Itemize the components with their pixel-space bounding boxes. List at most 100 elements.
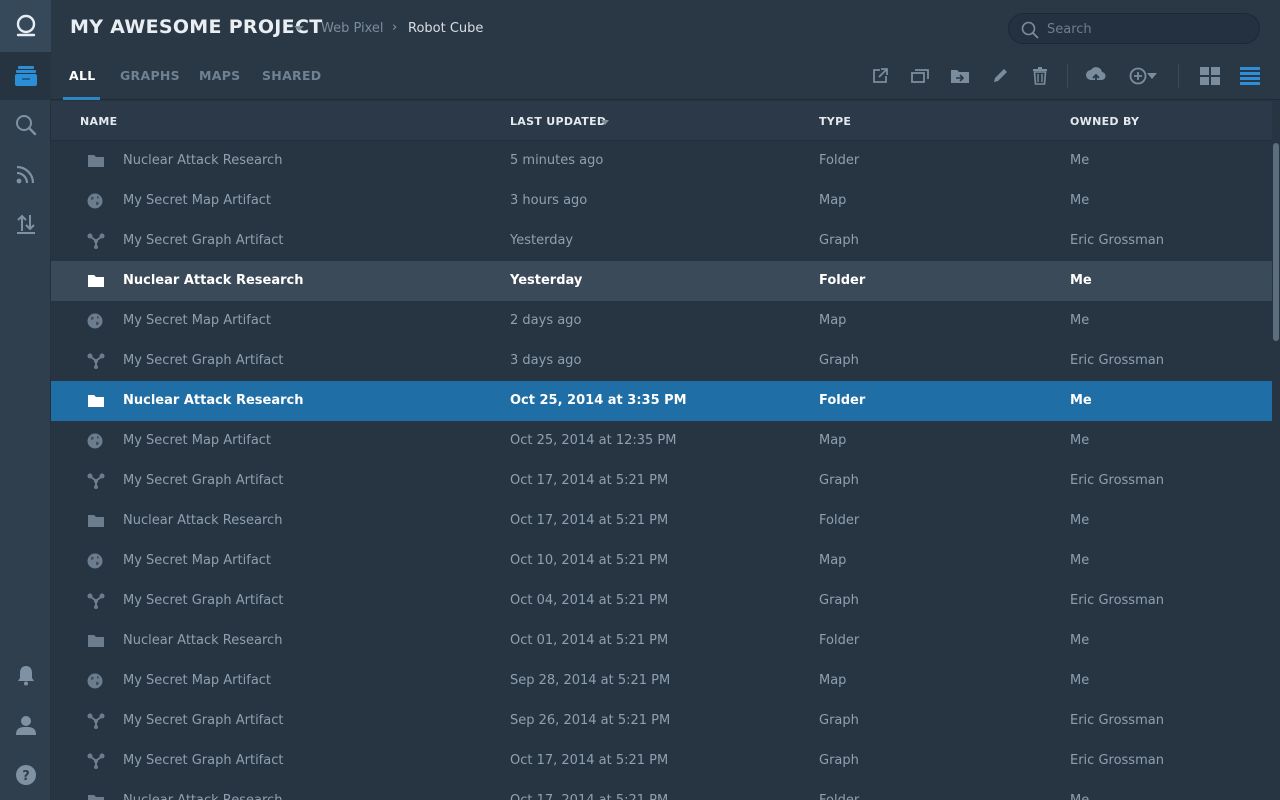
notifications-icon[interactable] [0, 651, 51, 699]
row-last-updated: 2 days ago [510, 313, 582, 328]
table-row[interactable]: Nuclear Attack Research Oct 17, 2014 at 5… [51, 781, 1272, 800]
table-row[interactable]: My Secret Map Artifact Sep 28, 2014 at 5:… [51, 661, 1272, 701]
library-icon[interactable] [0, 52, 51, 100]
row-type: Folder [819, 793, 859, 800]
row-last-updated: Oct 17, 2014 at 5:21 PM [510, 753, 669, 768]
app-logo-icon[interactable] [0, 0, 51, 52]
row-last-updated: Oct 25, 2014 at 3:35 PM [510, 393, 687, 408]
tab-graphs[interactable]: GRAPHS [120, 68, 180, 83]
chevron-down-icon[interactable] [1145, 64, 1159, 88]
row-last-updated: Oct 01, 2014 at 5:21 PM [510, 633, 669, 648]
open-external-icon[interactable] [868, 64, 892, 88]
graph-icon [87, 353, 105, 369]
table-row[interactable]: My Secret Graph Artifact Oct 04, 2014 at … [51, 581, 1272, 621]
row-owner: Eric Grossman [1070, 233, 1164, 248]
row-owner: Me [1070, 793, 1089, 800]
row-type: Graph [819, 713, 859, 728]
table-row[interactable]: My Secret Graph Artifact Yesterday Graph Er… [51, 221, 1272, 261]
table-row[interactable]: Nuclear Attack Research Oct 01, 2014 at 5… [51, 621, 1272, 661]
row-last-updated: Sep 26, 2014 at 5:21 PM [510, 713, 671, 728]
project-title[interactable]: MY AWESOME PROJECT [70, 16, 322, 38]
row-owner: Me [1070, 673, 1090, 688]
row-name: Nuclear Attack Research [123, 273, 304, 288]
row-last-updated: Oct 17, 2014 at 5:21 PM [510, 473, 669, 488]
column-header-name[interactable]: NAME [80, 115, 117, 128]
row-last-updated: 3 hours ago [510, 193, 588, 208]
row-name: Nuclear Attack Research [123, 393, 304, 408]
row-type: Graph [819, 753, 859, 768]
help-icon[interactable]: ? [0, 751, 51, 799]
left-rail: ? [0, 0, 51, 800]
folder-icon [87, 273, 105, 289]
table-row[interactable]: My Secret Map Artifact Oct 10, 2014 at 5:… [51, 541, 1272, 581]
tab-maps[interactable]: MAPS [199, 68, 240, 83]
table-row[interactable]: My Secret Graph Artifact Oct 17, 2014 at … [51, 741, 1272, 781]
row-type: Folder [819, 153, 860, 168]
search-icon[interactable] [0, 101, 51, 149]
row-last-updated: Oct 17, 2014 at 5:21 PM [510, 513, 669, 528]
table-row[interactable]: My Secret Map Artifact 2 days ago Map Me [51, 301, 1272, 341]
row-last-updated: Yesterday [510, 273, 583, 288]
globe-icon [87, 553, 105, 569]
scrollbar[interactable] [1272, 141, 1280, 800]
artifact-table: NAME LAST UPDATED TYPE OWNED BY Nuclear … [51, 101, 1272, 800]
active-tab-indicator [63, 97, 100, 100]
table-row[interactable]: Nuclear Attack Research 5 minutes ago Fold… [51, 141, 1272, 181]
folder-icon [87, 633, 105, 649]
chevron-down-icon[interactable] [294, 26, 304, 31]
row-name: My Secret Map Artifact [123, 313, 272, 328]
search-input[interactable] [1047, 19, 1247, 39]
table-row[interactable]: Nuclear Attack Research Yesterday Folder Me [51, 261, 1272, 301]
table-row[interactable]: My Secret Graph Artifact 3 days ago Graph E… [51, 341, 1272, 381]
row-type: Graph [819, 233, 859, 248]
row-name: My Secret Graph Artifact [123, 233, 284, 248]
table-row[interactable]: My Secret Map Artifact 3 hours ago Map Me [51, 181, 1272, 221]
row-owner: Me [1070, 153, 1090, 168]
row-type: Graph [819, 593, 859, 608]
search-box[interactable] [1008, 13, 1260, 44]
list-view-icon[interactable] [1238, 64, 1262, 88]
table-row[interactable]: Nuclear Attack Research Oct 25, 2014 at 3… [51, 381, 1272, 421]
row-name: My Secret Map Artifact [123, 433, 272, 448]
table-row[interactable]: Nuclear Attack Research Oct 17, 2014 at 5… [51, 501, 1272, 541]
folder-icon [87, 393, 105, 409]
transfer-icon[interactable] [0, 199, 51, 247]
row-owner: Me [1070, 513, 1090, 528]
row-owner: Me [1070, 393, 1092, 408]
row-last-updated: Oct 10, 2014 at 5:21 PM [510, 553, 669, 568]
search-icon [1021, 21, 1039, 39]
table-row[interactable]: My Secret Graph Artifact Oct 17, 2014 at … [51, 461, 1272, 501]
row-owner: Me [1070, 633, 1090, 648]
scrollbar-thumb[interactable] [1273, 143, 1279, 341]
graph-icon [87, 233, 105, 249]
move-to-folder-icon[interactable] [948, 64, 972, 88]
row-name: My Secret Map Artifact [123, 673, 272, 688]
delete-icon[interactable] [1028, 64, 1052, 88]
upload-icon[interactable] [1084, 64, 1108, 88]
table-row[interactable]: My Secret Graph Artifact Sep 26, 2014 at … [51, 701, 1272, 741]
row-name: My Secret Graph Artifact [123, 353, 284, 368]
row-owner: Me [1070, 313, 1090, 328]
feed-icon[interactable] [0, 150, 51, 198]
tab-all[interactable]: ALL [69, 68, 96, 83]
row-type: Map [819, 433, 847, 448]
row-last-updated: 3 days ago [510, 353, 582, 368]
tab-shared[interactable]: SHARED [262, 68, 321, 83]
header: MY AWESOME PROJECT Web Pixel › Robot Cub… [51, 0, 1280, 100]
row-name: Nuclear Attack Research [123, 793, 282, 800]
svg-text:?: ? [22, 769, 30, 784]
sort-descending-icon[interactable] [601, 120, 609, 125]
row-last-updated: 5 minutes ago [510, 153, 604, 168]
duplicate-icon[interactable] [908, 64, 932, 88]
breadcrumb-item[interactable]: Web Pixel [321, 21, 384, 36]
edit-icon[interactable] [988, 64, 1012, 88]
row-last-updated: Sep 28, 2014 at 5:21 PM [510, 673, 671, 688]
row-last-updated: Oct 25, 2014 at 12:35 PM [510, 433, 677, 448]
user-icon[interactable] [0, 701, 51, 749]
table-row[interactable]: My Secret Map Artifact Oct 25, 2014 at 12… [51, 421, 1272, 461]
column-header-owned-by[interactable]: OWNED BY [1070, 115, 1139, 128]
grid-view-icon[interactable] [1198, 64, 1222, 88]
column-header-last-updated[interactable]: LAST UPDATED [510, 115, 606, 128]
row-type: Map [819, 673, 847, 688]
column-header-type[interactable]: TYPE [819, 115, 851, 128]
